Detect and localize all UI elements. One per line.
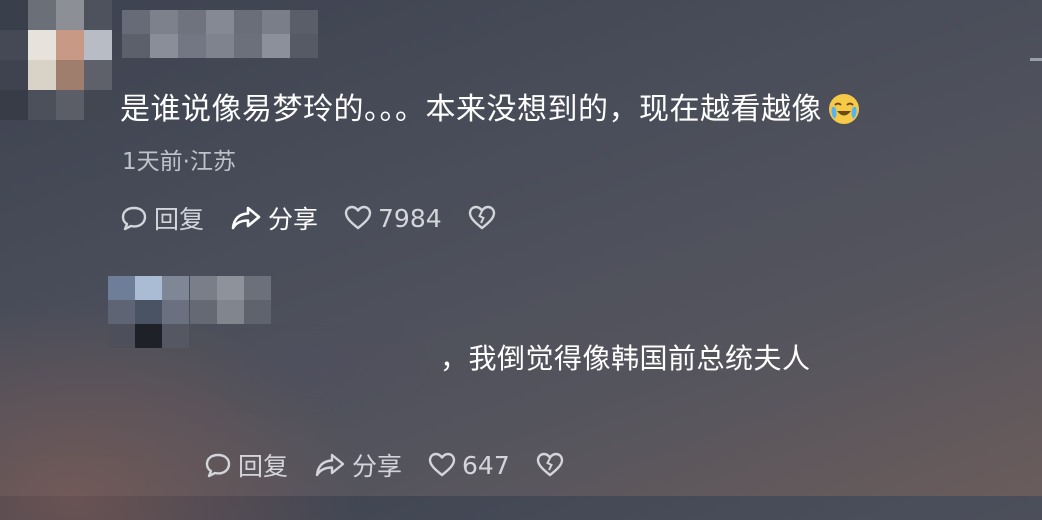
like-button[interactable]: 647 — [428, 451, 510, 480]
like-button[interactable]: 7984 — [344, 204, 442, 233]
heart-icon — [428, 452, 456, 478]
dislike-icon — [536, 452, 564, 478]
reply-button[interactable]: 回复 — [204, 447, 288, 483]
reply-button[interactable]: 回复 — [120, 200, 204, 236]
share-label: 分享 — [352, 452, 403, 481]
crying-laughing-emoji-icon — [828, 93, 860, 133]
share-label: 分享 — [268, 205, 319, 234]
share-button[interactable]: 分享 — [314, 447, 402, 483]
username-blurred[interactable] — [190, 276, 271, 324]
share-icon — [230, 205, 262, 231]
share-icon — [314, 452, 346, 478]
reply-icon — [204, 452, 232, 478]
blurred-mention — [200, 330, 430, 420]
heart-icon — [344, 205, 372, 231]
reply-label: 回复 — [154, 205, 205, 234]
like-count: 7984 — [378, 203, 442, 233]
comment-actions: 回复 分享 647 — [204, 447, 596, 483]
like-count: 647 — [462, 450, 510, 480]
share-button[interactable]: 分享 — [230, 200, 318, 236]
comment-meta: 1天前·江苏 — [122, 149, 236, 175]
reply-icon — [120, 205, 148, 231]
comment-text: 是谁说像易梦玲的。。。本来没想到的，现在越看越像 — [120, 84, 860, 133]
dislike-button[interactable] — [468, 205, 502, 231]
username-blurred[interactable] — [122, 10, 318, 58]
comment-actions: 回复 分享 7984 — [120, 200, 528, 236]
comment-text: ，我倒觉得像韩国前总统夫人 — [440, 342, 811, 375]
dislike-icon — [468, 205, 496, 231]
dislike-button[interactable] — [536, 452, 570, 478]
reply-label: 回复 — [238, 452, 289, 481]
avatar[interactable] — [108, 276, 189, 348]
avatar[interactable] — [0, 0, 112, 120]
more-indicator — [1030, 58, 1042, 61]
